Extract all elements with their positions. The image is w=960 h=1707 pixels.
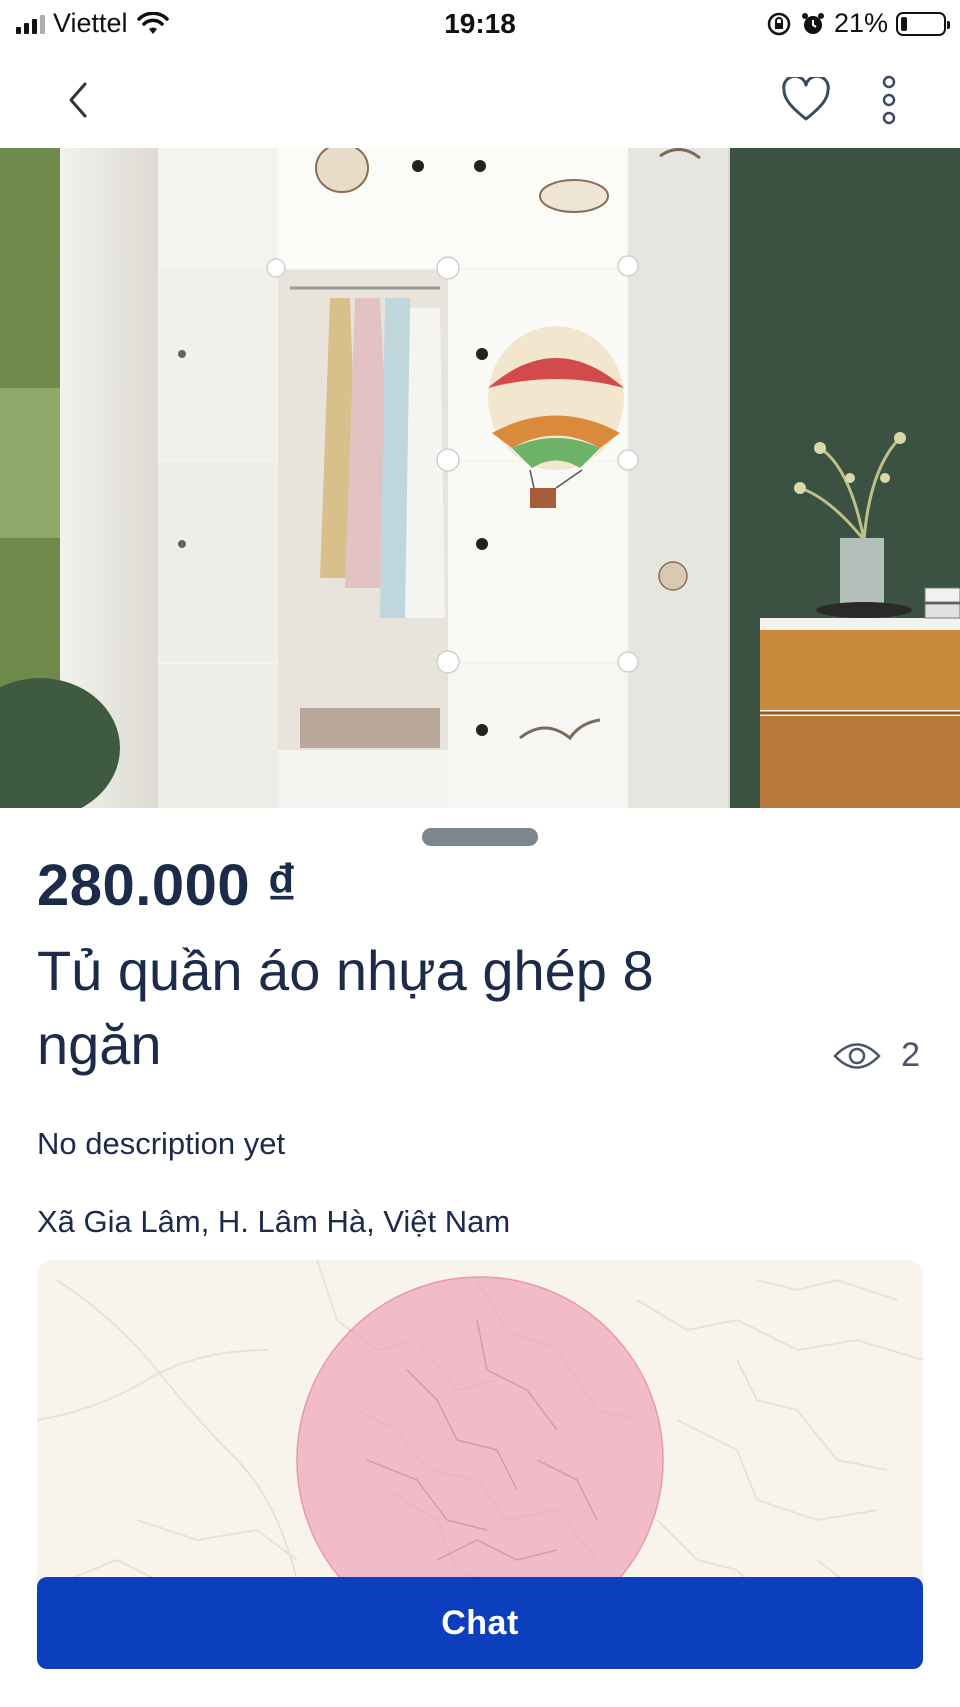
more-options-button[interactable] bbox=[866, 70, 912, 130]
eye-icon bbox=[833, 1042, 881, 1069]
listing-detail-sheet: 280.000 ₫ Tủ quần áo nhựa ghép 8 ngăn 2 … bbox=[0, 808, 960, 1707]
view-count: 2 bbox=[833, 1036, 920, 1075]
wardrobe-illustration bbox=[0, 148, 960, 808]
chevron-left-icon bbox=[69, 82, 87, 118]
product-photo[interactable] bbox=[0, 148, 960, 808]
favorite-button[interactable] bbox=[776, 70, 836, 130]
map-roads bbox=[37, 1260, 923, 1620]
top-nav bbox=[0, 52, 960, 148]
status-right: 21% bbox=[766, 8, 950, 39]
heart-outline-icon bbox=[782, 77, 830, 121]
back-button[interactable] bbox=[50, 72, 106, 128]
view-count-value: 2 bbox=[901, 1036, 920, 1074]
status-bar: Viettel 19:18 21% bbox=[0, 0, 960, 52]
location-text: Xã Gia Lâm, H. Lâm Hà, Việt Nam bbox=[37, 1204, 511, 1239]
more-vertical-icon bbox=[882, 75, 896, 125]
location-map[interactable] bbox=[37, 1260, 923, 1620]
price: 280.000 ₫ bbox=[37, 853, 298, 918]
sheet-drag-handle[interactable] bbox=[422, 828, 538, 846]
alarm-icon bbox=[801, 12, 824, 34]
orientation-lock-icon bbox=[767, 12, 791, 35]
description: No description yet bbox=[37, 1126, 286, 1161]
listing-title: Tủ quần áo nhựa ghép 8 ngăn bbox=[37, 939, 654, 1076]
battery-percent: 21% bbox=[833, 8, 888, 38]
chat-button[interactable]: Chat bbox=[37, 1577, 923, 1669]
battery-icon bbox=[896, 11, 950, 36]
